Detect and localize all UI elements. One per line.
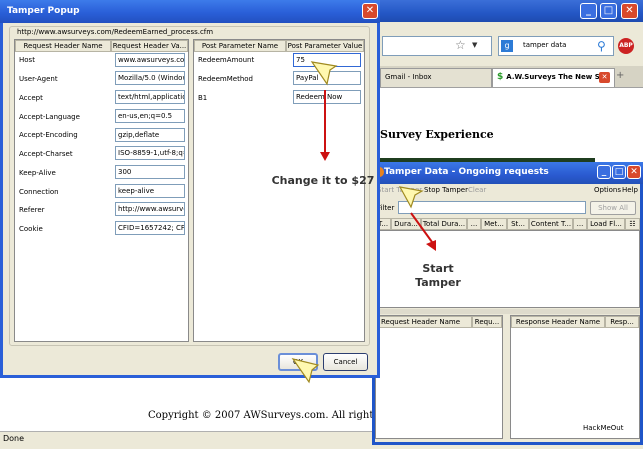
dollar-icon: $	[497, 72, 504, 82]
column-header[interactable]: ...	[467, 218, 481, 230]
header-name: Cookie	[19, 225, 43, 233]
start-tamper-button[interactable]: Start Tamper	[377, 186, 422, 194]
tamper-popup-title: Tamper Popup	[7, 6, 80, 16]
column-header[interactable]: Met...	[481, 218, 507, 230]
column-header[interactable]: Load Fl...	[587, 218, 625, 230]
header-name: Referer	[19, 206, 45, 214]
column-header[interactable]: Post Parameter Value	[286, 40, 364, 52]
annotation-start-tamper-line1: Start	[422, 262, 454, 275]
column-header[interactable]: Content T...	[529, 218, 573, 230]
column-header[interactable]: Resp...	[605, 316, 639, 328]
footer-label: HackMeOut	[583, 424, 624, 432]
options-button[interactable]: Options	[594, 186, 621, 194]
header-value-input[interactable]: Mozilla/5.0 (Windows	[115, 71, 185, 85]
column-header[interactable]: Total Dura...	[421, 218, 467, 230]
header-value-input[interactable]: ISO-8859-1,utf-8;q=	[115, 146, 185, 160]
header-name: Accept-Language	[19, 113, 80, 121]
help-button[interactable]: Help	[622, 186, 638, 194]
param-value-input[interactable]: Redeem Now	[293, 90, 361, 104]
header-value-input[interactable]: keep-alive	[115, 184, 185, 198]
close-icon[interactable]: ✕	[621, 3, 638, 19]
header-value-input[interactable]: www.awsurveys.com	[115, 53, 185, 67]
param-value-input[interactable]: PayPal	[293, 71, 361, 85]
header-name: User-Agent	[19, 75, 58, 83]
star-icon[interactable]: ☆	[455, 38, 466, 52]
response-headers-pane[interactable]	[510, 315, 640, 439]
column-header[interactable]: Request Header Name	[376, 316, 472, 328]
show-all-button[interactable]: Show All	[590, 201, 636, 215]
browser-menubar	[380, 22, 643, 36]
column-header[interactable]: ...	[573, 218, 587, 230]
search-text: tamper data	[523, 41, 567, 49]
annotation-start-tamper-line2: Tamper	[415, 276, 461, 289]
header-value-input[interactable]: CFID=1657242; CFT	[115, 221, 185, 235]
cancel-button[interactable]: Cancel	[323, 353, 368, 371]
adblock-icon[interactable]: ABP	[618, 38, 634, 54]
filter-input[interactable]	[398, 201, 586, 214]
header-value-input[interactable]: text/html,application	[115, 90, 185, 104]
pane-splitter[interactable]	[375, 309, 640, 314]
param-name: RedeemAmount	[198, 56, 255, 64]
search-icon[interactable]: ⚲	[597, 39, 606, 53]
column-header[interactable]: Dura...	[391, 218, 421, 230]
column-header[interactable]: Requ...	[472, 316, 502, 328]
stop-tamper-button[interactable]: Stop Tamper	[424, 186, 468, 194]
param-value-input[interactable]: 75	[293, 53, 361, 67]
search-engine-icon[interactable]: g	[501, 40, 513, 52]
header-value-input[interactable]: gzip,deflate	[115, 128, 185, 142]
search-input[interactable]: g tamper data ⚲	[498, 36, 614, 56]
tab-label: Gmail - Inbox	[385, 73, 432, 81]
header-name: Accept	[19, 94, 43, 102]
column-picker-icon[interactable]: ☷	[625, 218, 640, 230]
header-value-input[interactable]: http://www.awsurve	[115, 202, 185, 216]
page-heading: Survey Experience	[380, 128, 494, 141]
tamper-data-title: Tamper Data - Ongoing requests	[384, 167, 549, 177]
param-name: RedeemMethod	[198, 75, 253, 83]
status-text: Done	[3, 434, 25, 443]
minimize-icon[interactable]: _	[580, 3, 597, 19]
ok-button[interactable]: OK	[278, 353, 318, 371]
close-icon[interactable]: ✕	[627, 165, 641, 179]
tab-label: A.W.Surveys The New S...	[506, 73, 608, 81]
header-name: Accept-Encoding	[19, 131, 78, 139]
param-name: B1	[198, 94, 208, 102]
column-header[interactable]: Response Header Name	[511, 316, 605, 328]
maximize-icon[interactable]: □	[600, 3, 617, 19]
clear-button[interactable]: Clear	[468, 186, 486, 194]
column-header[interactable]: Request Header Va...	[111, 40, 188, 52]
tab-gmail[interactable]: Gmail - Inbox	[380, 68, 492, 87]
header-name: Keep-Alive	[19, 169, 56, 177]
chevron-down-icon[interactable]: ▼	[472, 41, 477, 49]
close-icon[interactable]: ✕	[362, 3, 378, 19]
column-header[interactable]: Post Parameter Name	[194, 40, 286, 52]
close-icon[interactable]: ✕	[599, 72, 610, 83]
column-header[interactable]: Request Header Name	[15, 40, 111, 52]
header-name: Accept-Charset	[19, 150, 73, 158]
header-value-input[interactable]: en-us,en;q=0.5	[115, 109, 185, 123]
header-value-input[interactable]: 300	[115, 165, 185, 179]
annotation-change-it: Change it to $27	[271, 174, 375, 187]
request-url: http://www.awsurveys.com/RedeemEarned_pr…	[15, 28, 216, 36]
tab-awsurveys[interactable]: $ A.W.Surveys The New S...	[492, 68, 615, 87]
request-headers-pane[interactable]	[375, 315, 503, 439]
header-name: Host	[19, 56, 35, 64]
new-tab-button[interactable]: +	[616, 70, 624, 81]
maximize-icon[interactable]: □	[612, 165, 626, 179]
minimize-icon[interactable]: _	[597, 165, 611, 179]
column-header[interactable]: St...	[507, 218, 529, 230]
header-name: Connection	[19, 188, 59, 196]
